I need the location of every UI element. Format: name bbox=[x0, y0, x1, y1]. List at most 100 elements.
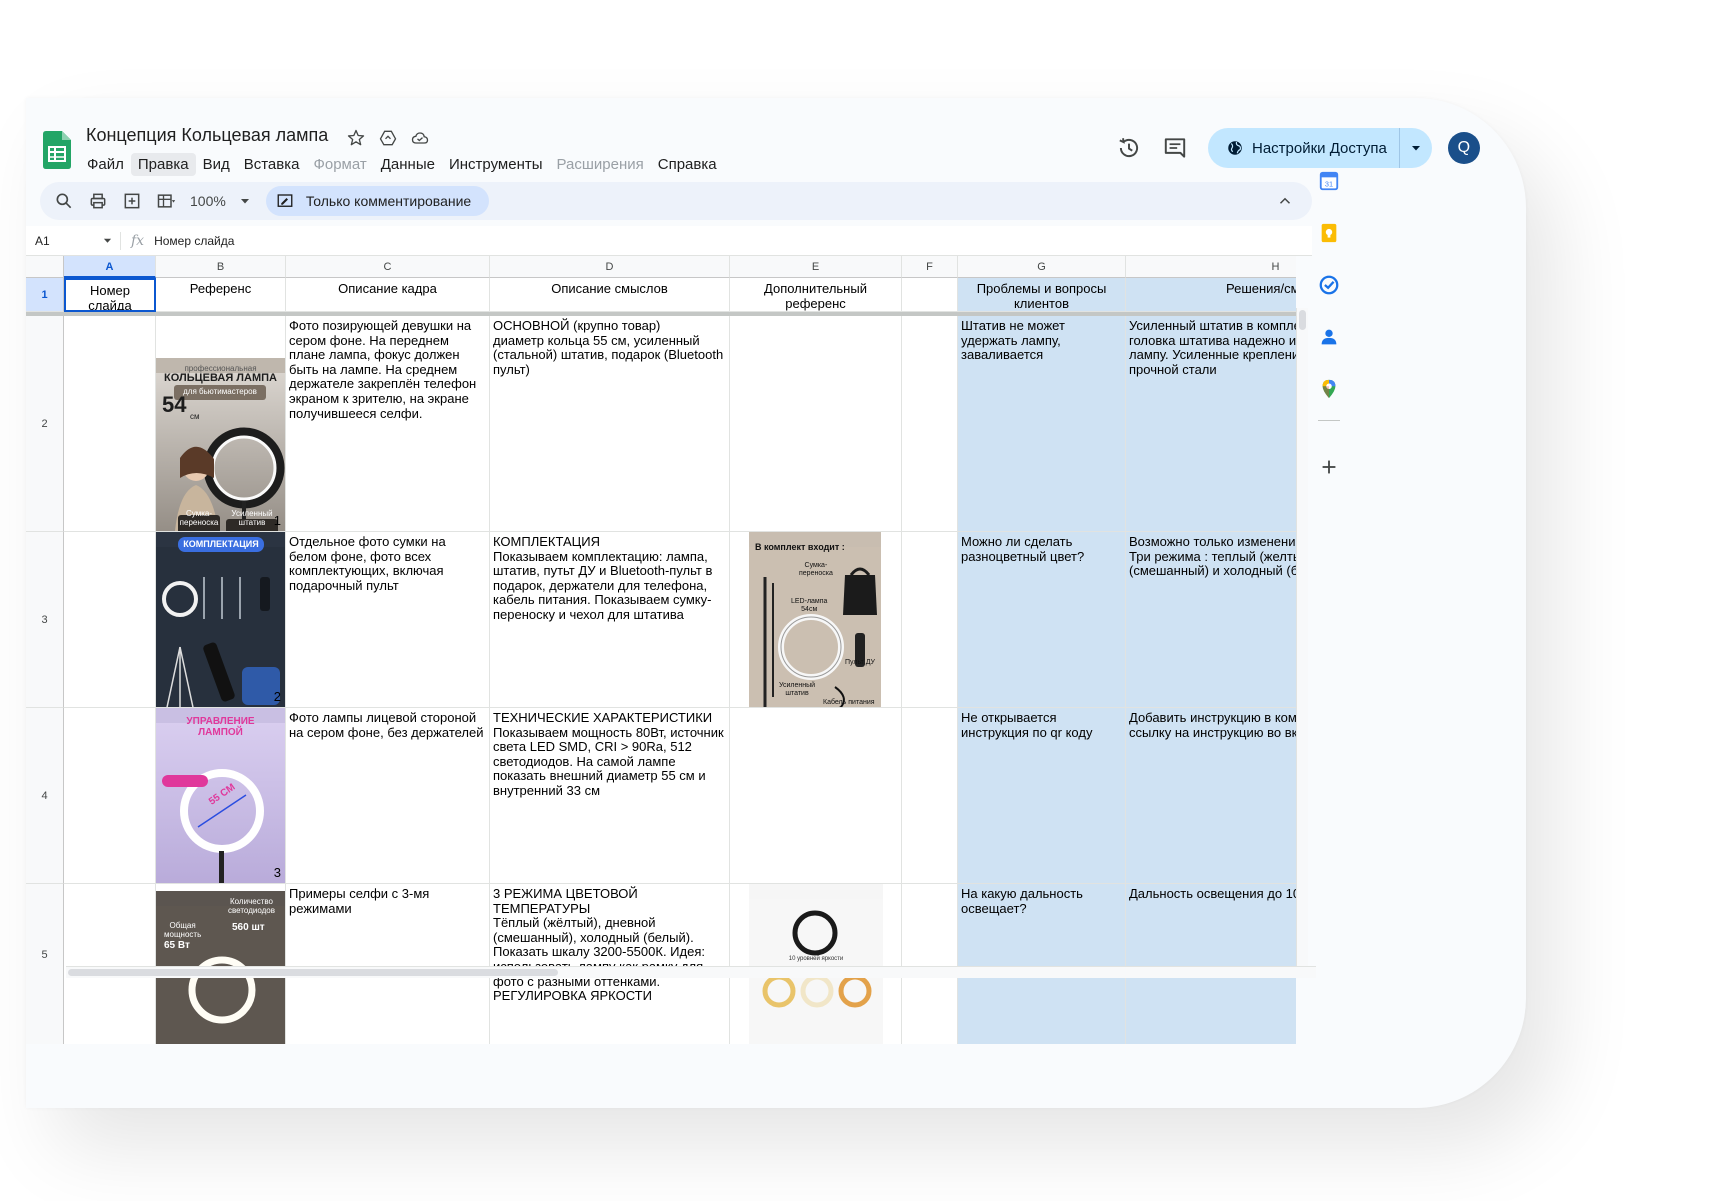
column-header-e[interactable]: E bbox=[730, 256, 902, 278]
cell-c4[interactable]: Фото лампы лицевой стороной на сером фон… bbox=[286, 708, 490, 884]
reference-image-3[interactable]: УПРАВЛЕНИЕ ЛАМПОЙ 55 СМ bbox=[156, 708, 285, 883]
cell-g3[interactable]: Можно ли сделать разноцветный цвет? bbox=[958, 532, 1126, 708]
sheets-logo-icon[interactable] bbox=[43, 131, 71, 169]
cell-b3[interactable]: КОМПЛЕКТАЦИЯ 2 bbox=[156, 532, 286, 708]
column-header-h[interactable]: H bbox=[1126, 256, 1296, 278]
menu-insert[interactable]: Вставка bbox=[237, 153, 307, 176]
cell-h2[interactable]: Усиленный штатив в комплек головка штати… bbox=[1126, 316, 1296, 532]
cell-f4[interactable] bbox=[902, 708, 958, 884]
menu-bar: Файл Правка Вид Вставка Формат Данные Ин… bbox=[80, 153, 724, 176]
move-to-drive-icon[interactable] bbox=[378, 128, 398, 148]
cell-a3[interactable] bbox=[64, 532, 156, 708]
menu-edit[interactable]: Правка bbox=[130, 153, 196, 176]
cell-g4[interactable]: Не открывается инструкция по qr коду bbox=[958, 708, 1126, 884]
cell-d1[interactable]: Описание смыслов bbox=[490, 278, 730, 312]
reference-image-2[interactable]: КОМПЛЕКТАЦИЯ bbox=[156, 532, 285, 707]
share-dropdown-button[interactable] bbox=[1400, 128, 1432, 168]
cell-b5[interactable]: Общая мощность 65 Вт Количество светодио… bbox=[156, 884, 286, 1044]
menu-tools[interactable]: Инструменты bbox=[442, 153, 550, 176]
additional-reference-image-1[interactable]: В комплект входит : Сумка- переноска LED… bbox=[749, 532, 881, 707]
cell-e2[interactable] bbox=[730, 316, 902, 532]
cell-g5[interactable]: На какую дальность освещает? bbox=[958, 884, 1126, 1044]
keep-icon[interactable] bbox=[1318, 222, 1340, 244]
column-header-a[interactable]: A bbox=[64, 256, 156, 278]
select-all-corner[interactable] bbox=[26, 256, 64, 278]
vertical-scroll-thumb[interactable] bbox=[1299, 310, 1306, 330]
cell-b4[interactable]: УПРАВЛЕНИЕ ЛАМПОЙ 55 СМ 3 bbox=[156, 708, 286, 884]
cell-e3[interactable]: В комплект входит : Сумка- переноска LED… bbox=[730, 532, 902, 708]
row-header-2[interactable]: 2 bbox=[26, 316, 64, 532]
add-addon-icon[interactable] bbox=[1318, 456, 1340, 478]
row-header-4[interactable]: 4 bbox=[26, 708, 64, 884]
reference-image-1[interactable]: профессиональная КОЛЬЦЕВАЯ ЛАМПА для бью… bbox=[156, 358, 285, 531]
cell-c1[interactable]: Описание кадра bbox=[286, 278, 490, 312]
cell-g2[interactable]: Штатив не может удержать лампу, завалива… bbox=[958, 316, 1126, 532]
cell-c2[interactable]: Фото позирующей девушки на сером фоне. Н… bbox=[286, 316, 490, 532]
maps-icon[interactable] bbox=[1318, 378, 1340, 400]
cell-a4[interactable] bbox=[64, 708, 156, 884]
horizontal-scroll-thumb[interactable] bbox=[68, 969, 558, 976]
zoom-select[interactable]: 100% bbox=[190, 193, 250, 209]
cell-f2[interactable] bbox=[902, 316, 958, 532]
cell-a1[interactable]: Номер слайда bbox=[64, 278, 156, 312]
comments-icon[interactable] bbox=[1162, 135, 1188, 161]
account-avatar[interactable]: Q bbox=[1447, 132, 1480, 164]
caret-down-icon bbox=[1411, 146, 1420, 151]
formula-input[interactable]: Номер слайда bbox=[154, 234, 234, 248]
column-header-b[interactable]: B bbox=[156, 256, 286, 278]
cell-c5[interactable]: Примеры селфи с 3-мя режимами bbox=[286, 884, 490, 1044]
row-header-1[interactable]: 1 bbox=[26, 278, 64, 312]
document-title[interactable]: Концепция Кольцевая лампа bbox=[86, 125, 328, 146]
cell-g1[interactable]: Проблемы и вопросы клиентов bbox=[958, 278, 1126, 312]
share-button[interactable]: Настройки Доступа bbox=[1208, 128, 1432, 168]
menu-view[interactable]: Вид bbox=[196, 153, 237, 176]
cell-f3[interactable] bbox=[902, 532, 958, 708]
cell-d3[interactable]: КОМПЛЕКТАЦИЯ Показываем комплектацию: ла… bbox=[490, 532, 730, 708]
cell-e5[interactable]: 10 уровней яркости bbox=[730, 884, 902, 1044]
column-header-f[interactable]: F bbox=[902, 256, 958, 278]
table-icon[interactable] bbox=[156, 191, 176, 211]
star-icon[interactable] bbox=[346, 128, 366, 148]
cell-a2[interactable] bbox=[64, 316, 156, 532]
cloud-saved-icon[interactable] bbox=[410, 128, 430, 148]
cell-d2[interactable]: ОСНОВНОЙ (крупно товар) диаметр кольца 5… bbox=[490, 316, 730, 532]
cell-f5[interactable] bbox=[902, 884, 958, 1044]
vertical-scrollbar[interactable] bbox=[1296, 308, 1308, 978]
tasks-icon[interactable] bbox=[1318, 274, 1340, 296]
cell-h1[interactable]: Решения/см bbox=[1126, 278, 1296, 312]
column-header-c[interactable]: C bbox=[286, 256, 490, 278]
column-header-g[interactable]: G bbox=[958, 256, 1126, 278]
print-icon[interactable] bbox=[88, 191, 108, 211]
version-history-icon[interactable] bbox=[1116, 135, 1142, 161]
cell-d4[interactable]: ТЕХНИЧЕСКИЕ ХАРАКТЕРИСТИКИ Показываем мо… bbox=[490, 708, 730, 884]
calendar-icon[interactable]: 31 bbox=[1318, 170, 1340, 192]
menu-data[interactable]: Данные bbox=[374, 153, 442, 176]
horizontal-scrollbar[interactable] bbox=[66, 966, 1316, 978]
cell-h3[interactable]: Возможно только изменение Три режима : т… bbox=[1126, 532, 1296, 708]
search-icon[interactable] bbox=[54, 191, 74, 211]
cell-b2[interactable]: профессиональная КОЛЬЦЕВАЯ ЛАМПА для бью… bbox=[156, 316, 286, 532]
comment-mode-chip[interactable]: Только комментирование bbox=[265, 186, 490, 216]
cell-f1[interactable] bbox=[902, 278, 958, 312]
cell-h4[interactable]: Добавить инструкцию в компл ссылку на ин… bbox=[1126, 708, 1296, 884]
row-header-5[interactable]: 5 bbox=[26, 884, 64, 1044]
menu-help[interactable]: Справка bbox=[651, 153, 724, 176]
cell-d5[interactable]: 3 РЕЖИМА ЦВЕТОВОЙ ТЕМПЕРАТУРЫ Тёплый (жё… bbox=[490, 884, 730, 1044]
menu-format[interactable]: Формат bbox=[306, 153, 373, 176]
cell-h5[interactable]: Дальность освещения до 10 м bbox=[1126, 884, 1296, 1044]
cell-e4[interactable] bbox=[730, 708, 902, 884]
column-header-d[interactable]: D bbox=[490, 256, 730, 278]
contacts-icon[interactable] bbox=[1318, 326, 1340, 348]
additional-reference-image-2[interactable]: 10 уровней яркости bbox=[749, 884, 883, 1044]
cell-b1[interactable]: Референс bbox=[156, 278, 286, 312]
cell-c3[interactable]: Отдельное фото сумки на белом фоне, фото… bbox=[286, 532, 490, 708]
toolbar: 100% Только комментирование bbox=[40, 182, 1312, 220]
name-box[interactable]: A1 bbox=[26, 234, 120, 248]
cell-a5[interactable] bbox=[64, 884, 156, 1044]
chevron-up-icon[interactable] bbox=[1276, 192, 1294, 210]
menu-extensions[interactable]: Расширения bbox=[550, 153, 651, 176]
row-header-3[interactable]: 3 bbox=[26, 532, 64, 708]
add-comment-icon[interactable] bbox=[122, 191, 142, 211]
menu-file[interactable]: Файл bbox=[80, 153, 131, 176]
cell-e1[interactable]: Дополнительный референс bbox=[730, 278, 902, 312]
